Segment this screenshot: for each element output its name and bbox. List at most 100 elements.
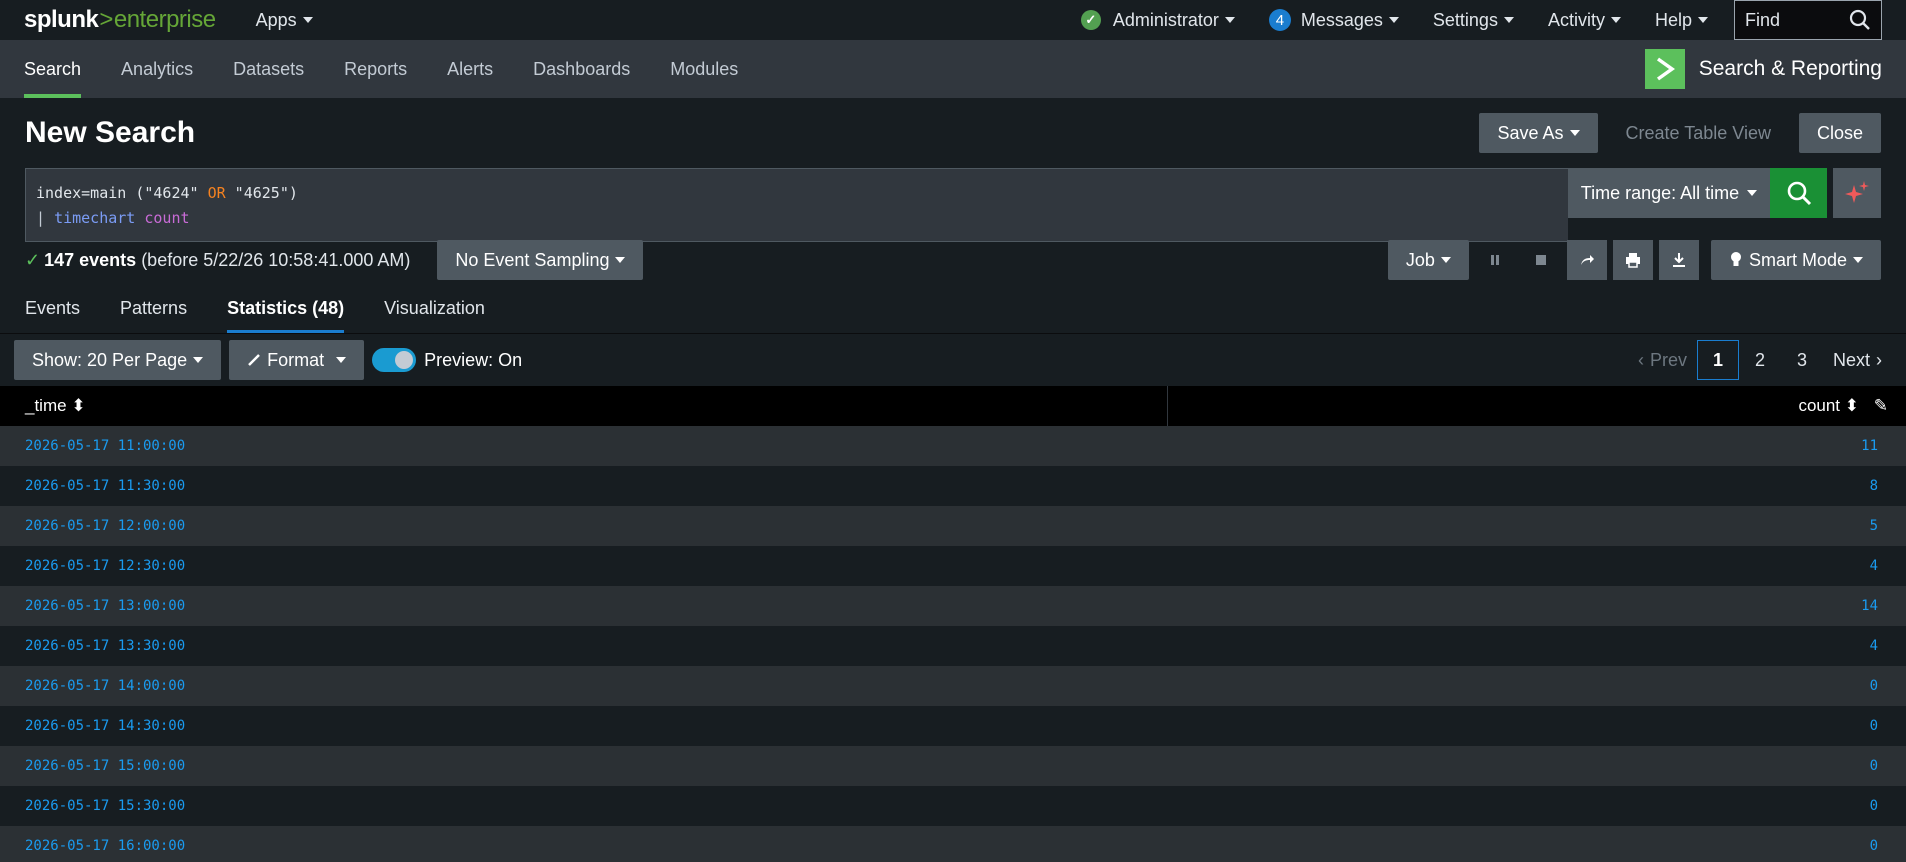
time-cell[interactable]: 2026-05-17 13:30:00 xyxy=(0,626,1168,666)
count-cell[interactable]: 11 xyxy=(1167,426,1906,466)
time-cell[interactable]: 2026-05-17 14:00:00 xyxy=(0,666,1168,706)
prev-page-button[interactable]: ‹ Prev xyxy=(1628,340,1697,380)
time-cell[interactable]: 2026-05-17 15:00:00 xyxy=(0,746,1168,786)
count-cell[interactable]: 8 xyxy=(1167,466,1906,506)
app-logo-icon xyxy=(1644,49,1685,89)
admin-label: Administrator xyxy=(1112,9,1219,30)
help-label: Help xyxy=(1654,9,1692,30)
count-cell[interactable]: 14 xyxy=(1167,586,1906,626)
save-as-button[interactable]: Save As xyxy=(1479,113,1598,153)
export-button[interactable] xyxy=(1658,240,1699,280)
print-icon xyxy=(1625,253,1640,268)
tab-statistics[interactable]: Statistics (48) xyxy=(227,284,345,333)
job-menu-button[interactable]: Job xyxy=(1387,240,1469,280)
page-2-button[interactable]: 2 xyxy=(1739,340,1781,380)
caret-down-icon xyxy=(302,17,313,23)
pagination: ‹ Prev 1 2 3 Next › xyxy=(1628,340,1892,380)
activity-menu[interactable]: Activity xyxy=(1548,10,1621,31)
count-cell[interactable]: 4 xyxy=(1167,546,1906,586)
time-cell[interactable]: 2026-05-17 12:30:00 xyxy=(0,546,1168,586)
count-cell[interactable]: 0 xyxy=(1167,786,1906,826)
per-page-dropdown[interactable]: Show: 20 Per Page xyxy=(14,340,222,380)
count-cell[interactable]: 0 xyxy=(1167,826,1906,862)
close-button[interactable]: Close xyxy=(1798,113,1881,153)
lightbulb-icon xyxy=(1730,252,1741,266)
help-menu[interactable]: Help xyxy=(1655,10,1708,31)
checkmark-icon: ✓ xyxy=(25,249,41,270)
search-mode-dropdown[interactable]: Smart Mode xyxy=(1710,240,1881,280)
tab-visualization[interactable]: Visualization xyxy=(384,284,485,333)
page-3-button[interactable]: 3 xyxy=(1781,340,1823,380)
caret-down-icon xyxy=(1853,257,1863,263)
tab-events[interactable]: Events xyxy=(25,284,80,333)
time-cell[interactable]: 2026-05-17 16:00:00 xyxy=(0,826,1168,862)
count-cell[interactable]: 5 xyxy=(1167,506,1906,546)
page-1-button[interactable]: 1 xyxy=(1696,340,1739,380)
next-page-button[interactable]: Next › xyxy=(1823,340,1892,380)
nav-item-analytics[interactable]: Analytics xyxy=(121,40,193,98)
health-check-icon: ✓ xyxy=(1080,10,1101,30)
time-cell[interactable]: 2026-05-17 13:00:00 xyxy=(0,586,1168,626)
event-sampling-dropdown[interactable]: No Event Sampling xyxy=(437,240,644,280)
count-cell[interactable]: 4 xyxy=(1167,626,1906,666)
time-cell[interactable]: 2026-05-17 15:30:00 xyxy=(0,786,1168,826)
share-button[interactable] xyxy=(1566,240,1607,280)
search-query-editor[interactable]: index=main ("4624" OR "4625") | timechar… xyxy=(25,168,1568,242)
column-header-count[interactable]: count ⬍ ✎ xyxy=(1166,386,1906,426)
count-cell[interactable]: 0 xyxy=(1167,746,1906,786)
nav-item-modules[interactable]: Modules xyxy=(670,40,738,98)
create-table-view-button[interactable]: Create Table View xyxy=(1608,113,1789,153)
event-count: 147 events xyxy=(44,249,137,270)
app-nav-bar: Search Analytics Datasets Reports Alerts… xyxy=(0,40,1906,98)
nav-item-reports[interactable]: Reports xyxy=(344,40,407,98)
nav-item-dashboards[interactable]: Dashboards xyxy=(533,40,630,98)
time-cell[interactable]: 2026-05-17 14:30:00 xyxy=(0,706,1168,746)
time-range-picker[interactable]: Time range: All time xyxy=(1568,168,1770,218)
messages-menu[interactable]: 4 Messages xyxy=(1268,9,1399,31)
activity-label: Activity xyxy=(1547,9,1605,30)
messages-label: Messages xyxy=(1300,9,1383,30)
title-row: New Search Save As Create Table View Clo… xyxy=(0,98,1906,168)
edit-column-icon[interactable]: ✎ xyxy=(1874,396,1888,415)
caret-down-icon xyxy=(615,257,626,263)
splunk-logo[interactable]: splunk>enterprise xyxy=(24,6,216,34)
admin-menu[interactable]: ✓ Administrator xyxy=(1080,9,1235,31)
query-line-1: index=main ("4624" OR "4625") xyxy=(36,184,298,202)
stop-button[interactable] xyxy=(1521,240,1561,280)
time-cell[interactable]: 2026-05-17 11:30:00 xyxy=(0,466,1168,506)
share-icon xyxy=(1580,255,1594,265)
apps-menu[interactable]: Apps xyxy=(256,10,313,31)
column-header-time[interactable]: _time ⬍ xyxy=(0,386,1168,426)
time-cell[interactable]: 2026-05-17 11:00:00 xyxy=(0,426,1168,466)
app-title[interactable]: Search & Reporting xyxy=(1644,40,1882,98)
count-cell[interactable]: 0 xyxy=(1167,666,1906,706)
print-button[interactable] xyxy=(1612,240,1653,280)
find-placeholder: Find xyxy=(1745,9,1781,30)
nav-item-datasets[interactable]: Datasets xyxy=(233,40,304,98)
per-page-label: Show: 20 Per Page xyxy=(32,349,188,370)
settings-menu[interactable]: Settings xyxy=(1433,10,1514,31)
top-bar: splunk>enterprise Apps ✓ Administrator 4… xyxy=(0,0,1906,40)
sampling-label: No Event Sampling xyxy=(455,249,610,270)
ai-assistant-button[interactable] xyxy=(1833,168,1881,218)
tab-patterns[interactable]: Patterns xyxy=(120,284,187,333)
pause-button[interactable] xyxy=(1475,240,1515,280)
run-search-button[interactable] xyxy=(1770,168,1827,218)
caret-down-icon xyxy=(193,357,204,363)
nav-item-search[interactable]: Search xyxy=(24,40,82,98)
results-table: _time ⬍ count ⬍ ✎ 2026-05-17 11:00:00 11 … xyxy=(0,386,1906,862)
table-row: 2026-05-17 14:30:00 0 xyxy=(0,706,1906,746)
caret-down-icon xyxy=(1747,190,1758,196)
table-row: 2026-05-17 13:30:00 4 xyxy=(0,626,1906,666)
nav-item-alerts[interactable]: Alerts xyxy=(447,40,493,98)
time-cell[interactable]: 2026-05-17 12:00:00 xyxy=(0,506,1168,546)
table-row: 2026-05-17 15:00:00 0 xyxy=(0,746,1906,786)
find-input[interactable]: Find xyxy=(1734,0,1882,40)
count-cell[interactable]: 0 xyxy=(1167,706,1906,746)
format-dropdown[interactable]: Format xyxy=(229,340,365,380)
table-header-row: _time ⬍ count ⬍ ✎ xyxy=(0,386,1906,426)
table-toolbar: Show: 20 Per Page Format Preview: On ‹ P… xyxy=(0,334,1906,386)
preview-toggle[interactable] xyxy=(372,348,417,372)
caret-down-icon xyxy=(1610,17,1621,23)
save-as-label: Save As xyxy=(1497,122,1564,143)
